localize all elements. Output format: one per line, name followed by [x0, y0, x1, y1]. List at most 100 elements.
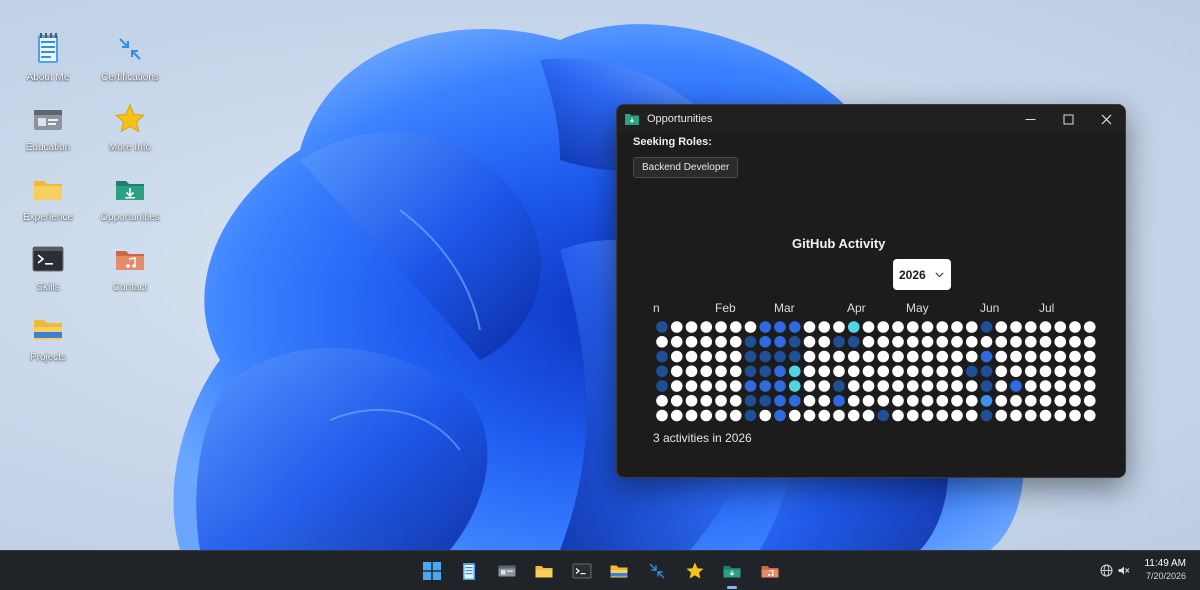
activity-day-cell	[788, 380, 801, 392]
activity-day-cell	[965, 321, 978, 333]
activity-day-cell	[788, 350, 801, 363]
activity-day-cell	[788, 409, 801, 422]
desktop-icon-skills[interactable]: Skills	[10, 242, 86, 293]
activity-day-cell	[744, 409, 757, 422]
desktop-icon-certifications[interactable]: Certifications	[92, 32, 168, 83]
activity-day-cell	[715, 365, 727, 378]
desktop-icon-label: Certifications	[101, 72, 159, 83]
activity-day-cell	[1083, 380, 1096, 392]
activity-day-cell	[670, 394, 683, 407]
taskbar-opportunities[interactable]	[721, 560, 743, 582]
window-titlebar[interactable]: Opportunities	[617, 105, 1125, 133]
activity-day-cell	[788, 335, 801, 348]
clock-time: 11:49 AM	[1144, 558, 1186, 569]
activity-day-cell	[936, 380, 949, 392]
taskbar-skills[interactable]	[571, 560, 593, 582]
desktop-icon-contact[interactable]: Contact	[92, 242, 168, 293]
activity-day-cell	[995, 365, 1008, 378]
taskbar-certifications[interactable]	[646, 560, 668, 582]
activity-day-cell	[936, 335, 949, 348]
activity-day-cell	[803, 335, 816, 348]
desktop-icon-education[interactable]: Education	[10, 102, 86, 153]
system-clock[interactable]: 11:49 AM 7/20/2026	[1144, 558, 1186, 581]
desktop-icon-more-info[interactable]: More Info	[92, 102, 168, 153]
activity-day-cell	[685, 380, 698, 392]
activity-day-cell	[1083, 321, 1096, 333]
taskbar-active-indicator	[727, 586, 737, 589]
activity-day-cell	[685, 394, 698, 407]
desktop-icon-opportunities[interactable]: Opportunities	[92, 172, 168, 223]
activity-day-cell	[995, 394, 1008, 407]
activity-day-cell	[892, 394, 904, 407]
activity-day-cell	[921, 321, 934, 333]
activity-day-cell	[847, 394, 860, 407]
activity-day-cell	[715, 350, 727, 363]
activity-day-cell	[862, 350, 875, 363]
activity-day-cell	[1010, 394, 1022, 407]
activity-day-cell	[803, 365, 816, 378]
activity-day-cell	[656, 365, 668, 378]
download-folder-icon	[116, 181, 144, 200]
taskbar-more-info[interactable]	[684, 560, 706, 582]
desktop-icon-about-me[interactable]: About Me	[10, 32, 86, 83]
activity-day-cell	[744, 394, 757, 407]
globe-icon[interactable]	[1100, 564, 1113, 577]
close-button[interactable]	[1087, 105, 1125, 133]
taskbar-contact[interactable]	[759, 560, 781, 582]
activity-day-cell	[715, 409, 727, 422]
activity-day-cell	[936, 365, 949, 378]
activity-day-cell	[1083, 409, 1096, 422]
desktop-icon-experience[interactable]: Experience	[10, 172, 86, 223]
activity-day-cell	[1083, 335, 1096, 348]
activity-day-cell	[906, 365, 919, 378]
activity-day-cell	[1039, 409, 1052, 422]
taskbar-start-button[interactable]	[421, 560, 443, 582]
minimize-icon	[1025, 118, 1035, 120]
close-icon	[1101, 114, 1111, 124]
speaker-muted-icon[interactable]	[1117, 564, 1130, 577]
activity-day-cell	[818, 380, 831, 392]
activity-day-cell	[700, 394, 713, 407]
activity-day-cell	[803, 409, 816, 422]
desktop-icon-label: Skills	[36, 282, 60, 293]
activity-day-cell	[1039, 380, 1052, 392]
minimize-button[interactable]	[1011, 105, 1049, 133]
id-card-icon	[34, 110, 62, 130]
activity-day-cell	[1024, 409, 1037, 422]
activity-day-cell	[995, 335, 1008, 348]
activity-day-cell	[921, 409, 934, 422]
activity-day-cell	[744, 321, 757, 333]
taskbar-about-me[interactable]	[458, 560, 480, 582]
activity-day-cell	[833, 409, 845, 422]
activity-day-cell	[670, 409, 683, 422]
compress-arrows-icon	[649, 563, 665, 579]
taskbar-experience[interactable]	[533, 560, 555, 582]
taskbar-projects[interactable]	[608, 560, 630, 582]
activity-day-cell	[670, 380, 683, 392]
activity-day-cell	[774, 380, 786, 392]
activity-day-cell	[1069, 394, 1081, 407]
activity-day-cell	[980, 321, 993, 333]
activity-day-cell	[995, 350, 1008, 363]
activity-day-cell	[670, 321, 683, 333]
activity-day-cell	[906, 350, 919, 363]
activity-day-cell	[729, 409, 742, 422]
activity-day-cell	[892, 409, 904, 422]
maximize-button[interactable]	[1049, 105, 1087, 133]
opportunities-window[interactable]: Opportunities Seeking Roles: Backend Dev…	[616, 104, 1126, 478]
activity-day-cell	[670, 335, 683, 348]
activity-day-cell	[906, 409, 919, 422]
activity-day-cell	[715, 380, 727, 392]
activity-day-cell	[833, 380, 845, 392]
activity-day-cell	[1010, 350, 1022, 363]
taskbar-education[interactable]	[496, 560, 518, 582]
desktop-icon-projects[interactable]: Projects	[10, 312, 86, 363]
activity-day-cell	[774, 394, 786, 407]
activity-day-cell	[921, 380, 934, 392]
activity-day-cell	[1054, 394, 1067, 407]
activity-day-cell	[729, 335, 742, 348]
activity-day-cell	[965, 350, 978, 363]
activity-day-cell	[877, 335, 890, 348]
activity-day-cell	[847, 321, 860, 333]
activity-day-cell	[818, 394, 831, 407]
